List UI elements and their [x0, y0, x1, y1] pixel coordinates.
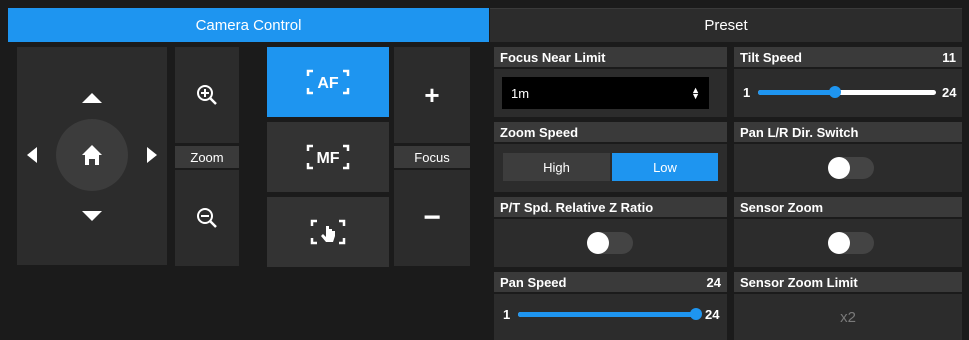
tilt-speed-cell: 1 24	[734, 69, 962, 117]
pan-lr-switch-header: Pan L/R Dir. Switch	[734, 122, 962, 142]
tilt-speed-header: Tilt Speed 11	[734, 47, 962, 67]
pan-lr-switch-label: Pan L/R Dir. Switch	[740, 124, 859, 140]
select-arrows-icon: ▲ ▼	[691, 85, 700, 101]
tab-camera-control[interactable]: Camera Control	[8, 8, 489, 42]
pan-left-icon[interactable]	[27, 147, 37, 163]
toggle-knob	[828, 232, 850, 254]
pan-lr-switch-cell	[734, 144, 962, 192]
zoom-in-button[interactable]	[175, 47, 239, 143]
direction-pad	[17, 47, 167, 265]
pan-speed-min: 1	[503, 307, 511, 322]
manual-focus-button[interactable]: MF	[267, 122, 389, 192]
zoom-out-icon	[197, 208, 217, 228]
pan-speed-cell: 1 24	[494, 294, 727, 340]
sensor-zoom-limit-value: x2	[734, 294, 962, 340]
autofocus-icon: AF	[306, 69, 350, 95]
pan-right-icon[interactable]	[147, 147, 157, 163]
pan-up-icon[interactable]	[82, 93, 102, 103]
pan-speed-label: Pan Speed	[500, 274, 567, 290]
focus-label: Focus	[394, 146, 470, 168]
pan-speed-fill	[518, 312, 696, 317]
sensor-zoom-toggle[interactable]	[828, 232, 874, 254]
touch-focus-button[interactable]	[267, 197, 389, 267]
tilt-speed-value: 11	[942, 49, 956, 65]
focus-near-limit-label: Focus Near Limit	[500, 49, 606, 65]
svg-text:AF: AF	[317, 75, 339, 92]
zoom-speed-high-button[interactable]: High	[503, 153, 610, 181]
focus-near-limit-header: Focus Near Limit	[494, 47, 727, 67]
zoom-speed-low-button[interactable]: Low	[612, 153, 718, 181]
pt-spd-ratio-header: P/T Spd. Relative Z Ratio	[494, 197, 727, 217]
toggle-knob	[828, 157, 850, 179]
zoom-out-button[interactable]	[175, 170, 239, 266]
tilt-speed-thumb[interactable]	[829, 86, 841, 98]
pan-speed-header: Pan Speed 24	[494, 272, 727, 292]
pt-spd-ratio-cell	[494, 219, 727, 267]
tilt-speed-label: Tilt Speed	[740, 49, 802, 65]
sensor-zoom-header: Sensor Zoom	[734, 197, 962, 217]
tab-preset[interactable]: Preset	[490, 8, 962, 42]
zoom-speed-label: Zoom Speed	[500, 124, 579, 140]
pan-speed-max: 24	[705, 307, 720, 322]
svg-text:MF: MF	[316, 150, 339, 167]
zoom-speed-header: Zoom Speed	[494, 122, 727, 142]
pan-speed-track[interactable]	[518, 308, 702, 320]
pt-spd-ratio-toggle[interactable]	[587, 232, 633, 254]
focus-near-limit-cell: 1m ▲ ▼	[494, 69, 727, 117]
focus-near-button[interactable]: +	[394, 47, 470, 143]
toggle-knob	[587, 232, 609, 254]
sensor-zoom-label: Sensor Zoom	[740, 199, 824, 215]
autofocus-button[interactable]: AF	[267, 47, 389, 117]
focus-near-limit-value: 1m	[511, 85, 530, 101]
zoom-in-icon	[197, 85, 217, 105]
tilt-speed-min: 1	[743, 85, 751, 100]
sensor-zoom-limit-header: Sensor Zoom Limit	[734, 272, 962, 292]
touch-focus-icon	[310, 219, 346, 245]
tilt-speed-fill	[758, 90, 835, 95]
sensor-zoom-cell	[734, 219, 962, 267]
zoom-speed-cell: High Low	[494, 144, 727, 192]
tilt-speed-track[interactable]	[758, 86, 936, 98]
zoom-label: Zoom	[175, 146, 239, 168]
pan-down-icon[interactable]	[82, 211, 102, 221]
sensor-zoom-limit-label: Sensor Zoom Limit	[740, 274, 858, 290]
pan-speed-thumb[interactable]	[690, 308, 702, 320]
focus-far-button[interactable]: −	[394, 170, 470, 266]
pt-spd-ratio-label: P/T Spd. Relative Z Ratio	[500, 199, 654, 215]
pan-speed-value: 24	[706, 274, 721, 290]
focus-near-limit-select[interactable]: 1m ▲ ▼	[502, 77, 709, 109]
tilt-speed-max: 24	[942, 85, 957, 100]
pan-lr-switch-toggle[interactable]	[828, 157, 874, 179]
manual-focus-icon: MF	[306, 144, 350, 170]
